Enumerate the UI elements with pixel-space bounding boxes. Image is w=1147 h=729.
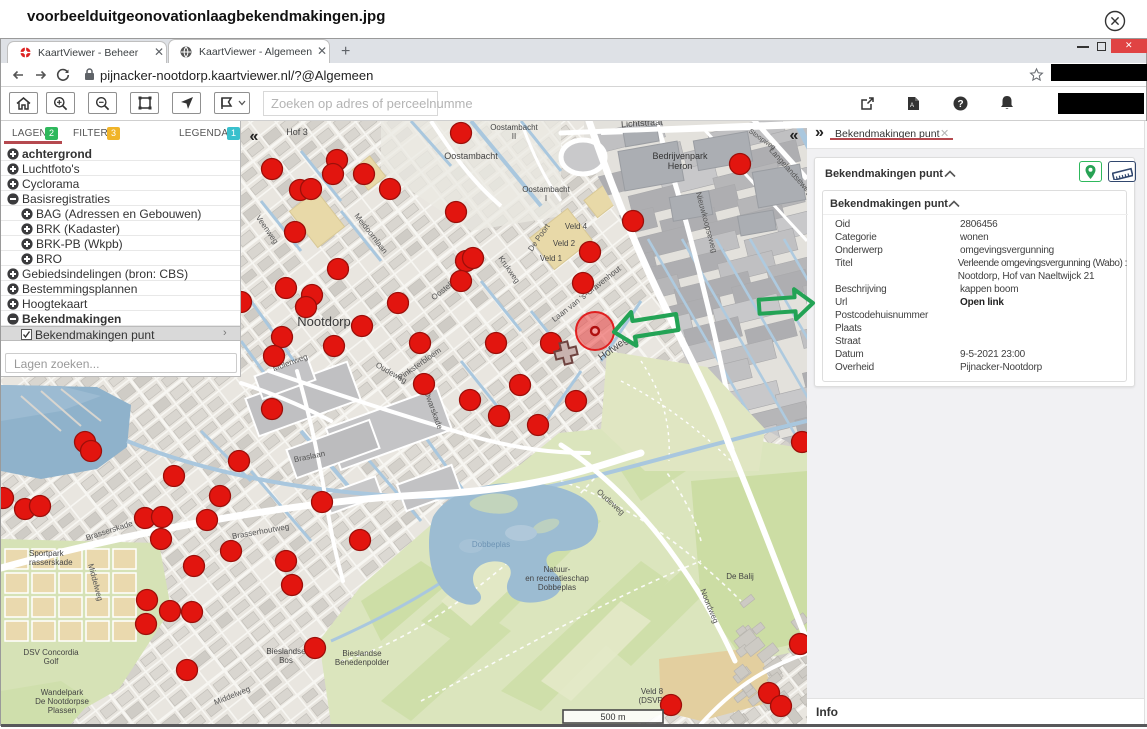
svg-text:Plassen: Plassen: [48, 706, 76, 715]
svg-text:Oostambacht: Oostambacht: [490, 123, 538, 132]
svg-text:Wandelpark: Wandelpark: [41, 688, 84, 697]
svg-text:Veld 4: Veld 4: [565, 222, 588, 231]
svg-text:Benedenpolder: Benedenpolder: [335, 658, 390, 667]
svg-text:«: «: [250, 128, 259, 145]
svg-text:Bedrijvenpark: Bedrijvenpark: [652, 151, 708, 161]
svg-text:?: ?: [957, 99, 963, 110]
svg-text:De Balij: De Balij: [726, 572, 754, 581]
svg-text:Oostambacht: Oostambacht: [522, 185, 570, 194]
svg-text:Veld 2: Veld 2: [553, 239, 576, 248]
svg-text:Veld 1: Veld 1: [540, 254, 563, 263]
svg-text:DSV Concordia: DSV Concordia: [23, 648, 79, 657]
svg-text:Bieslandse: Bieslandse: [266, 647, 306, 656]
svg-text:II: II: [512, 132, 516, 141]
svg-text:Dobbeplas: Dobbeplas: [538, 583, 576, 592]
svg-text:A: A: [910, 103, 914, 109]
svg-text:Sportpark: Sportpark: [29, 549, 65, 558]
svg-text:500 m: 500 m: [600, 712, 625, 722]
svg-text:I: I: [545, 194, 547, 203]
svg-text:«: «: [790, 127, 799, 144]
svg-text:De Nootdorpse: De Nootdorpse: [35, 697, 89, 706]
svg-text:en recreatieschap: en recreatieschap: [525, 574, 589, 583]
svg-text:Golf: Golf: [44, 657, 59, 666]
svg-text:Dobbeplas: Dobbeplas: [472, 540, 510, 549]
svg-text:Bieslandse: Bieslandse: [342, 649, 382, 658]
svg-text:rasserskade: rasserskade: [29, 558, 73, 567]
svg-text:Veld 8: Veld 8: [641, 687, 664, 696]
svg-text:Hof 3: Hof 3: [286, 127, 308, 137]
svg-text:Bos: Bos: [279, 656, 293, 665]
svg-text:Heron: Heron: [668, 161, 693, 171]
svg-text:Natuur-: Natuur-: [544, 565, 571, 574]
svg-text:Oostambacht: Oostambacht: [444, 151, 498, 161]
